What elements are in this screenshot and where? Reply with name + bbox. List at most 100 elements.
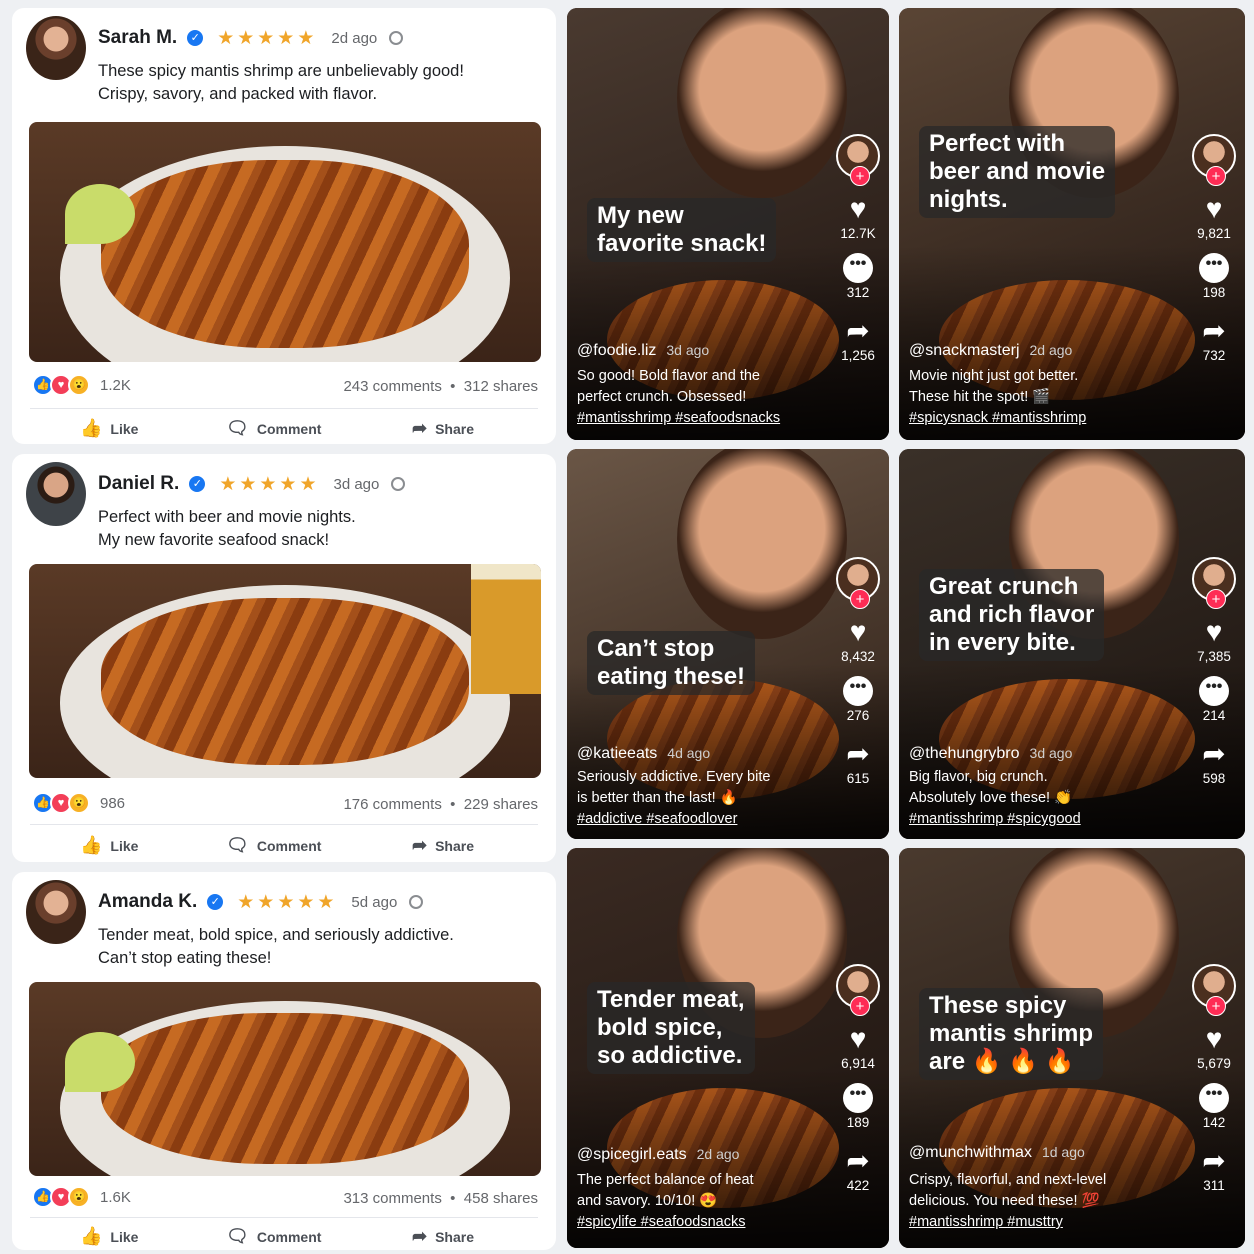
plus-icon[interactable]: +	[850, 589, 870, 609]
share-button[interactable]: ➦ Share	[412, 418, 474, 439]
post-time[interactable]: 5d ago	[351, 894, 397, 911]
speech-bubble-icon[interactable]: •••	[843, 253, 873, 283]
video-actions: + ♥ 7,385 ••• 214 ➦ 598	[1191, 557, 1237, 786]
comment-share-counts[interactable]: 313 comments • 458 shares	[343, 1190, 538, 1207]
like-count: 7,385	[1197, 649, 1231, 664]
avatar[interactable]	[26, 16, 86, 80]
comment-count: 214	[1202, 708, 1226, 723]
reaction-summary[interactable]: 👍 ♥ 😮 986	[32, 792, 125, 814]
share-arrow-icon[interactable]: ➦	[1202, 316, 1225, 346]
heart-icon[interactable]: ♥	[1206, 617, 1223, 647]
reaction-count: 1.6K	[100, 1188, 131, 1206]
like-button[interactable]: 👍 Like	[80, 418, 138, 439]
video-card[interactable]: Great crunch and rich flavor in every bite…	[899, 449, 1245, 839]
avatar[interactable]	[26, 462, 86, 526]
video-user[interactable]: @foodie.liz 3d ago	[577, 342, 709, 360]
share-button[interactable]: ➦ Share	[412, 1226, 474, 1247]
share-arrow-icon[interactable]: ➦	[846, 316, 869, 346]
video-user[interactable]: @spicegirl.eats 2d ago	[577, 1146, 739, 1164]
verified-check-icon: ✓	[187, 30, 204, 46]
heart-icon[interactable]: ♥	[1206, 1024, 1223, 1054]
plus-icon[interactable]: +	[1206, 589, 1226, 609]
plus-icon[interactable]: +	[1206, 996, 1226, 1016]
post-photo[interactable]	[29, 564, 541, 778]
post-photo[interactable]	[29, 982, 541, 1176]
comment-button[interactable]: 🗨 Comment	[226, 835, 321, 856]
star-rating: ★★★★★	[217, 27, 318, 49]
like-button[interactable]: 👍 Like	[80, 835, 138, 856]
creator-avatar[interactable]: +	[1192, 134, 1236, 186]
speech-bubble-icon[interactable]: •••	[1199, 253, 1229, 283]
plus-icon[interactable]: +	[850, 996, 870, 1016]
video-actions: + ♥ 6,914 ••• 189 ➦ 422	[835, 964, 881, 1193]
globe-icon	[391, 477, 406, 491]
video-caption: Can’t stop eating these!	[587, 631, 756, 695]
divider	[30, 408, 538, 409]
like-count: 5,679	[1197, 1056, 1231, 1071]
post-photo[interactable]	[29, 122, 541, 362]
video-description: The perfect balance of heat and savory. 1…	[577, 1172, 754, 1230]
video-user[interactable]: @snackmasterj 2d ago	[909, 342, 1072, 360]
share-arrow-icon[interactable]: ➦	[1202, 1146, 1225, 1176]
share-arrow-icon[interactable]: ➦	[846, 1146, 869, 1176]
author-name[interactable]: Sarah M.	[98, 27, 177, 49]
comment-share-counts[interactable]: 176 comments • 229 shares	[343, 796, 538, 813]
wow-reaction-icon: 😮	[68, 792, 90, 814]
creator-avatar[interactable]: +	[1192, 557, 1236, 609]
heart-icon[interactable]: ♥	[850, 617, 867, 647]
like-button[interactable]: 👍 Like	[80, 1226, 138, 1247]
share-arrow-icon[interactable]: ➦	[846, 739, 869, 769]
speech-bubble-icon[interactable]: •••	[1199, 676, 1229, 706]
share-arrow-icon[interactable]: ➦	[1202, 739, 1225, 769]
video-card[interactable]: These spicy mantis shrimp are 🔥 🔥 🔥 + ♥ 5,6…	[899, 848, 1245, 1248]
video-description: So good! Bold flavor and the perfect crun…	[577, 368, 781, 426]
thumbs-up-icon: 👍	[80, 1226, 103, 1246]
share-arrow-icon: ➦	[412, 1226, 428, 1246]
divider	[30, 824, 538, 825]
like-count: 6,914	[841, 1056, 875, 1071]
post-card: Daniel R. ✓ ★★★★★ 3d ago Perfect with be…	[12, 454, 556, 862]
heart-icon[interactable]: ♥	[850, 1024, 867, 1054]
globe-icon	[389, 31, 404, 45]
author-name[interactable]: Amanda K.	[98, 891, 197, 913]
video-description: Movie night just got better. These hit th…	[909, 368, 1087, 426]
speech-bubble-icon[interactable]: •••	[1199, 1083, 1229, 1113]
star-rating: ★★★★★	[237, 891, 338, 913]
post-text: Perfect with beer and movie nights. My ne…	[98, 508, 356, 549]
video-actions: + ♥ 12.7K ••• 312 ➦ 1,256	[835, 134, 881, 363]
creator-avatar[interactable]: +	[1192, 964, 1236, 1016]
speech-bubble-icon[interactable]: •••	[843, 1083, 873, 1113]
plus-icon[interactable]: +	[850, 166, 870, 186]
wow-reaction-icon: 😮	[68, 374, 90, 396]
comment-share-counts[interactable]: 243 comments • 312 shares	[343, 378, 538, 395]
avatar[interactable]	[26, 880, 86, 944]
speech-bubble-icon: 🗨	[226, 1226, 249, 1246]
video-user[interactable]: @katieeats 4d ago	[577, 745, 710, 763]
creator-avatar[interactable]: +	[836, 557, 880, 609]
video-card[interactable]: Perfect with beer and movie nights. + ♥ 9,8…	[899, 8, 1245, 440]
post-card: Amanda K. ✓ ★★★★★ 5d ago Tender meat, bo…	[12, 872, 556, 1250]
creator-avatar[interactable]: +	[836, 964, 880, 1016]
heart-icon[interactable]: ♥	[1206, 194, 1223, 224]
comment-button[interactable]: 🗨 Comment	[226, 1226, 321, 1247]
reaction-summary[interactable]: 👍 ♥ 😮 1.2K	[32, 374, 131, 396]
video-description: Crispy, flavorful, and next-level delicio…	[909, 1172, 1107, 1230]
post-time[interactable]: 3d ago	[333, 476, 379, 493]
speech-bubble-icon[interactable]: •••	[843, 676, 873, 706]
share-button[interactable]: ➦ Share	[412, 835, 474, 856]
comment-count: 189	[846, 1115, 870, 1130]
post-card: Sarah M. ✓ ★★★★★ 2d ago These spicy mant…	[12, 8, 556, 444]
heart-icon[interactable]: ♥	[850, 194, 867, 224]
video-card[interactable]: Tender meat, bold spice, so addictive. + ♥…	[567, 848, 889, 1248]
comment-button[interactable]: 🗨 Comment	[226, 418, 321, 439]
reaction-summary[interactable]: 👍 ♥ 😮 1.6K	[32, 1186, 131, 1208]
video-user[interactable]: @munchwithmax 1d ago	[909, 1144, 1085, 1162]
post-time[interactable]: 2d ago	[331, 30, 377, 47]
plus-icon[interactable]: +	[1206, 166, 1226, 186]
share-count: 422	[846, 1178, 870, 1193]
video-user[interactable]: @thehungrybro 3d ago	[909, 745, 1072, 763]
creator-avatar[interactable]: +	[836, 134, 880, 186]
author-name[interactable]: Daniel R.	[98, 473, 179, 495]
video-card[interactable]: My new favorite snack! + ♥ 12.7K ••• 312 ➦ 1…	[567, 8, 889, 440]
video-card[interactable]: Can’t stop eating these! + ♥ 8,432 ••• 276 …	[567, 449, 889, 839]
